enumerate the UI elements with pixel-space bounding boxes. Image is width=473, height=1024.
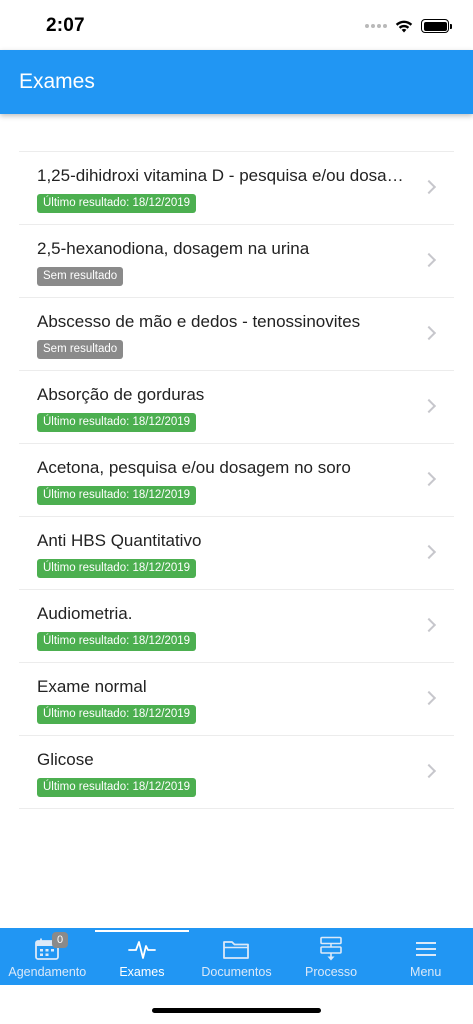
chevron-right-icon [421, 544, 437, 560]
status-icons [365, 17, 452, 35]
exam-name: Absorção de gorduras [37, 385, 205, 404]
tab-agendamento[interactable]: 0 Agendamento [0, 928, 95, 985]
exam-list-item[interactable]: Abscesso de mão e dedos - tenossinovites… [19, 298, 454, 371]
last-result-badge: Último resultado: 18/12/2019 [37, 413, 197, 432]
exam-name: Abscesso de mão e dedos - tenossinovites [37, 312, 361, 331]
exam-list-item[interactable]: Audiometria. Último resultado: 18/12/201… [19, 590, 454, 663]
no-result-badge: Sem resultado [37, 267, 124, 286]
notification-count-badge: 0 [52, 932, 68, 948]
battery-icon [421, 19, 452, 33]
exam-list-item[interactable]: Acetona, pesquisa e/ou dosagem no soro Ú… [19, 444, 454, 517]
process-icon [320, 936, 342, 961]
bottom-tab-bar: 0 Agendamento Exames Documentos Processo [0, 928, 473, 985]
last-result-badge: Último resultado: 18/12/2019 [37, 705, 197, 724]
chevron-right-icon [421, 252, 437, 268]
exam-list-item[interactable]: Exame normal Último resultado: 18/12/201… [19, 663, 454, 736]
tab-menu[interactable]: Menu [378, 928, 473, 985]
last-result-badge: Último resultado: 18/12/2019 [37, 194, 197, 213]
chevron-right-icon [421, 690, 437, 706]
status-bar: 2:07 [0, 0, 473, 50]
tab-label: Processo [305, 965, 358, 979]
exam-list-item[interactable]: Anti HBS Quantitativo Último resultado: … [19, 517, 454, 590]
exam-name: Acetona, pesquisa e/ou dosagem no soro [37, 458, 351, 477]
chevron-right-icon [421, 471, 437, 487]
heartbeat-icon [127, 941, 156, 959]
last-result-badge: Último resultado: 18/12/2019 [37, 632, 197, 651]
chevron-right-icon [421, 325, 437, 341]
cellular-signal-icon [365, 24, 387, 28]
exam-name: 2,5-hexanodiona, dosagem na urina [37, 239, 310, 258]
exam-list-item[interactable]: Absorção de gorduras Último resultado: 1… [19, 371, 454, 444]
hamburger-menu-icon [415, 942, 436, 956]
tab-label: Agendamento [8, 965, 87, 979]
exam-name: Anti HBS Quantitativo [37, 531, 202, 550]
chevron-right-icon [421, 398, 437, 414]
last-result-badge: Último resultado: 18/12/2019 [37, 778, 197, 797]
chevron-right-icon [421, 763, 437, 779]
last-result-badge: Último resultado: 18/12/2019 [37, 486, 197, 505]
app-header: Exames [0, 50, 473, 114]
chevron-right-icon [421, 179, 437, 195]
last-result-badge: Último resultado: 18/12/2019 [37, 559, 197, 578]
folder-icon [223, 941, 250, 959]
exam-list-item[interactable]: 2,5-hexanodiona, dosagem na urina Sem re… [19, 225, 454, 298]
wifi-icon [395, 20, 413, 33]
exam-list-item[interactable]: 1,25-dihidroxi vitamina D - pesquisa e/o… [19, 152, 454, 225]
exam-name: Audiometria. [37, 604, 133, 623]
exam-list: 1,25-dihidroxi vitamina D - pesquisa e/o… [19, 151, 454, 809]
no-result-badge: Sem resultado [37, 340, 124, 359]
exam-name: Glicose [37, 750, 94, 769]
exam-name: 1,25-dihidroxi vitamina D - pesquisa e/o… [37, 166, 407, 185]
tab-label: Exames [119, 965, 165, 979]
page-title: Exames [19, 70, 95, 93]
tab-documentos[interactable]: Documentos [189, 928, 284, 985]
exam-list-item[interactable]: Glicose Último resultado: 18/12/2019 [19, 736, 454, 809]
home-indicator[interactable] [152, 1008, 321, 1013]
exam-name: Exame normal [37, 677, 147, 696]
chevron-right-icon [421, 617, 437, 633]
tab-processo[interactable]: Processo [284, 928, 379, 985]
tab-label: Documentos [201, 965, 272, 979]
status-time: 2:07 [46, 15, 85, 36]
tab-label: Menu [410, 965, 442, 979]
tab-exames[interactable]: Exames [94, 928, 190, 985]
